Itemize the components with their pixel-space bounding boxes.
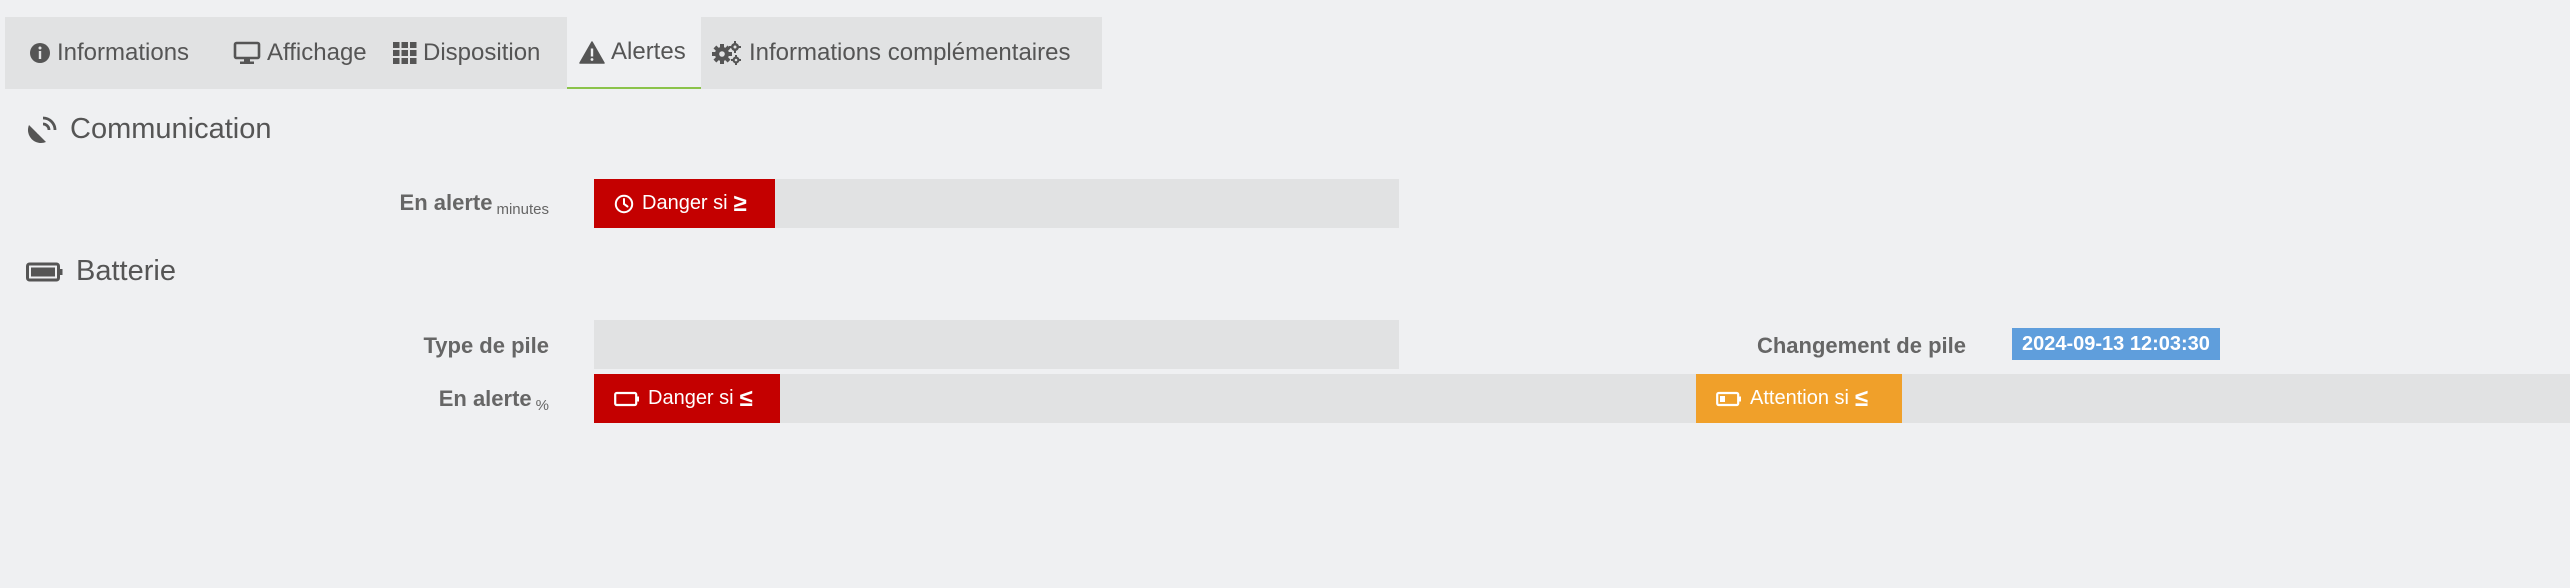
satellite-icon [26,115,58,145]
battery-type-input[interactable] [594,320,1399,369]
info-circle-icon [29,42,51,64]
battery-alert-label: En alerte% [438,386,549,414]
tab-label: Informations complémentaires [749,39,1071,66]
battery-type-label: Type de pile [423,333,549,358]
tab-affichage[interactable]: Affichage [233,17,393,89]
battery-danger-addon: Danger si ≤ [594,374,780,423]
battery-type-group [594,320,1399,369]
tab-disposition[interactable]: Disposition [393,17,567,89]
battery-danger-input[interactable] [780,374,1696,423]
monitor-icon [233,41,261,65]
battery-warning-input[interactable] [1902,374,2570,423]
tab-alertes[interactable]: Alertes [567,17,701,89]
tab-label: Alertes [611,38,686,65]
tab-informations-complementaires[interactable]: Informations complémentaires [701,17,1101,89]
section-title: Batterie [76,255,176,287]
tab-informations[interactable]: Informations [5,17,233,89]
battery-change-date-badge: 2024-09-13 12:03:30 [2012,328,2220,360]
tab-label: Affichage [267,39,367,66]
communication-danger-input[interactable] [775,179,1399,228]
unit-label: % [535,397,549,414]
section-communication-header: Communication [26,113,271,146]
battery-empty-icon [614,391,640,407]
equipment-config-page: Informations Affichage Disposition Alert… [0,0,2570,588]
grid-icon [393,42,417,64]
battery-warning-addon: Attention si ≤ [1696,374,1902,423]
battery-alert-group: Danger si ≤ Attention si ≤ [594,374,2570,423]
tab-bar: Informations Affichage Disposition Alert… [5,17,1102,89]
communication-alert-group: Danger si ≥ [594,179,1399,228]
unit-label: minutes [496,201,549,218]
section-batterie-header: Batterie [26,255,176,288]
battery-full-icon [26,261,64,283]
tab-label: Informations [57,39,190,66]
section-title: Communication [70,113,272,145]
communication-alert-label: En alerte minutes [399,190,549,218]
warning-icon [579,40,605,64]
gears-icon [711,40,743,66]
battery-change-label: Changement de pile [1756,333,1966,358]
tab-label: Disposition [423,39,541,66]
communication-danger-addon: Danger si ≥ [594,179,775,228]
clock-icon [614,194,634,214]
battery-low-icon [1716,391,1742,407]
